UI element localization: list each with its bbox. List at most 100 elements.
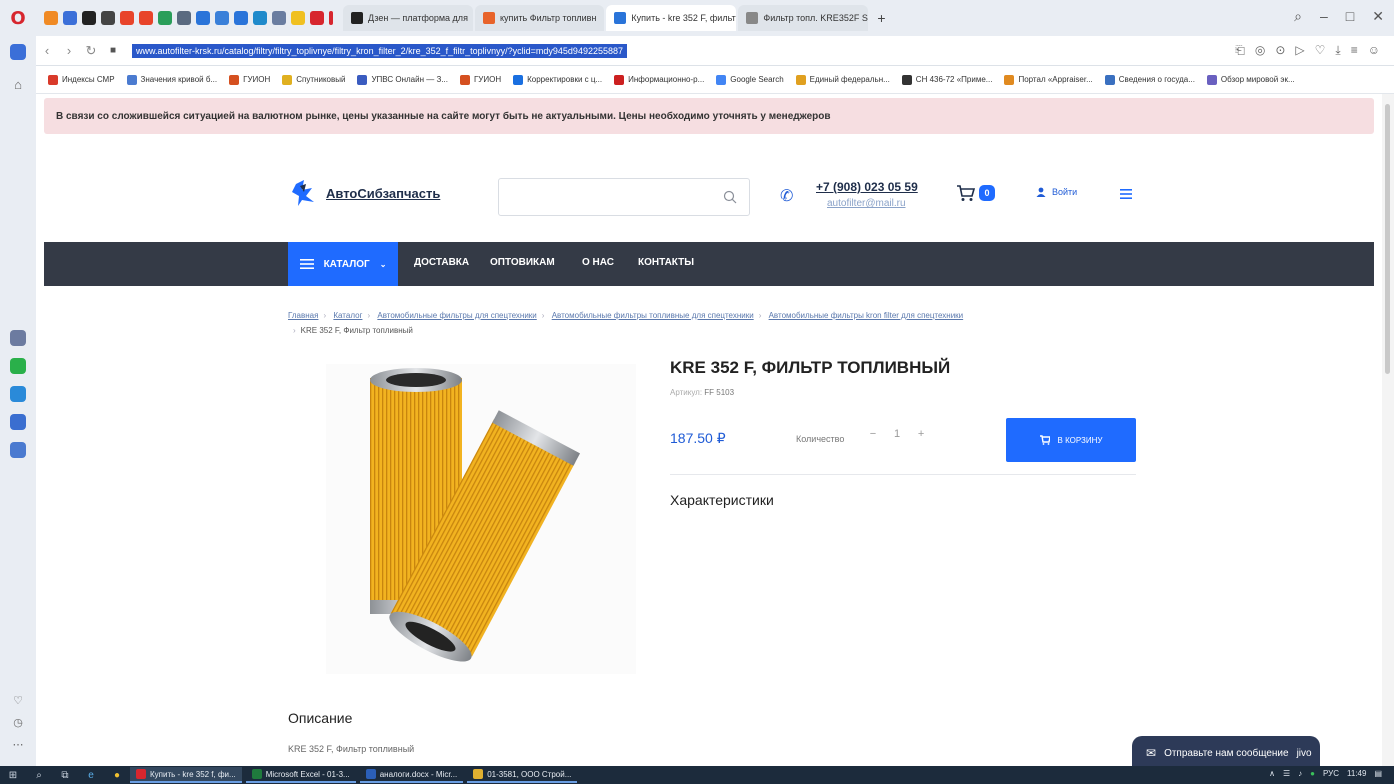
pinned-tab-icon[interactable] (120, 11, 134, 25)
pinned-tab-icon[interactable] (215, 11, 229, 25)
bookmark-heart-icon[interactable]: ♡ (1315, 43, 1326, 58)
quantity-increase-button[interactable]: + (914, 428, 928, 440)
snap-icon[interactable]: □ (1346, 8, 1354, 25)
bookmark-item[interactable]: Информационно-р... (614, 74, 704, 85)
tab-2-active[interactable]: Купить - kre 352 F, фильт (606, 5, 737, 31)
taskbar-app[interactable]: Купить - kre 352 f, фи... (130, 767, 242, 783)
lock-icon[interactable]: ■ (102, 45, 124, 56)
bookmark-item[interactable]: Единый федеральн... (795, 74, 890, 85)
bookmark-item[interactable]: ГУИОН (459, 74, 501, 85)
url-text[interactable]: www.autofilter-krsk.ru/catalog/filtry/fi… (132, 43, 627, 58)
taskbar-app[interactable]: аналоги.docx - Micr... (359, 767, 464, 783)
pinned-tab-icon[interactable] (234, 11, 248, 25)
tab-3[interactable]: Фильтр топл. KRE352F ST (738, 5, 869, 31)
login-link[interactable]: Войти (1036, 187, 1077, 197)
pinned-tab-icon[interactable] (253, 11, 267, 25)
windows-start-icon[interactable]: ⊞ (0, 766, 26, 784)
wallet-icon[interactable]: ⊙ (1275, 43, 1285, 58)
breadcrumb-link[interactable]: Автомобильные фильтры kron filter для сп… (769, 311, 964, 320)
quantity-value[interactable]: 1 (894, 428, 900, 440)
search-tabs-icon[interactable]: ⌕ (1294, 8, 1302, 25)
page-scrollbar[interactable] (1382, 94, 1394, 766)
whatsapp-icon[interactable] (10, 358, 26, 374)
pinned-tab-icon[interactable] (291, 11, 305, 25)
nav-catalog-button[interactable]: КАТАЛОГ ⌄ (288, 242, 398, 286)
bookmark-item[interactable]: Google Search (716, 74, 784, 85)
phone-link[interactable]: +7 (908) 023 05 59 (816, 180, 918, 194)
edge-icon[interactable]: e (78, 766, 104, 784)
breadcrumb-link[interactable]: Автомобильные фильтры для спецтехники (377, 311, 536, 320)
pinned-tab-icon[interactable] (310, 11, 324, 25)
tab-0[interactable]: Дзен — платформа для (343, 5, 473, 31)
nav-wholesale[interactable]: ОПТОВИКАМ (490, 257, 555, 268)
taskbar-app[interactable]: Microsoft Excel - 01-3... (245, 767, 356, 783)
network-icon[interactable]: ☰ (1283, 769, 1290, 778)
more-icon[interactable]: ⋯ (10, 736, 26, 752)
bookmark-item[interactable]: Обзор мировой эк... (1206, 74, 1295, 85)
breadcrumb-link[interactable]: Автомобильные фильтры топливные для спец… (552, 311, 754, 320)
workspace-icon[interactable] (10, 44, 26, 60)
status-dot-icon[interactable]: ● (1310, 769, 1315, 778)
quantity-decrease-button[interactable]: − (866, 428, 880, 440)
vk-icon[interactable] (10, 414, 26, 430)
vpn-icon[interactable]: ◎ (1255, 43, 1265, 58)
player-icon[interactable] (10, 442, 26, 458)
bookmark-item[interactable]: СН 436-72 «Приме... (901, 74, 992, 85)
heart-icon[interactable]: ♡ (10, 692, 26, 708)
pinned-tab-icon[interactable] (63, 11, 77, 25)
new-tab-button[interactable]: + (870, 7, 892, 29)
forward-icon[interactable]: › (58, 43, 80, 58)
bookmark-item[interactable]: Портал «Appraiser... (1004, 74, 1093, 85)
opera-logo[interactable]: O (0, 0, 36, 36)
home-icon[interactable]: ⌂ (10, 76, 26, 92)
pinned-tab-icon[interactable] (158, 11, 172, 25)
history-icon[interactable]: ◷ (10, 714, 26, 730)
breadcrumb-link[interactable]: Каталог (333, 311, 362, 320)
search-icon[interactable] (723, 190, 737, 204)
reload-icon[interactable]: ↻ (80, 43, 102, 59)
pinned-tab-icon[interactable] (82, 11, 96, 25)
pinned-tab-icon[interactable] (101, 11, 115, 25)
nav-contacts[interactable]: КОНТАКТЫ (638, 257, 694, 268)
bookmark-item[interactable]: Спутниковый (282, 74, 345, 85)
clock[interactable]: 11:49 (1347, 769, 1366, 778)
tab-1[interactable]: купить Фильтр топливн (475, 5, 605, 31)
pinned-tab-icon[interactable] (44, 11, 58, 25)
site-logo[interactable]: АвтоСибзапчасть (290, 176, 440, 210)
bookmark-item[interactable]: Корректировки с ц... (513, 74, 602, 85)
bookmark-item[interactable]: Сведения о госуда... (1104, 74, 1195, 85)
chrome-icon[interactable]: ● (104, 766, 130, 784)
back-icon[interactable]: ‹ (36, 43, 58, 58)
profile-icon[interactable]: ☺ (1368, 43, 1380, 58)
volume-icon[interactable]: ♪ (1298, 769, 1302, 778)
taskbar-app[interactable]: 01-3581, ООО Строй... (467, 767, 578, 783)
download-icon[interactable]: ⤓ (1335, 43, 1340, 58)
pinned-tab-icon[interactable] (139, 11, 153, 25)
close-icon[interactable]: ✕ (1372, 8, 1384, 25)
url-field[interactable]: www.autofilter-krsk.ru/catalog/filtry/fi… (132, 41, 627, 61)
minimize-icon[interactable]: – (1320, 8, 1328, 25)
snapshot-icon[interactable]: ⎗ (1235, 43, 1245, 58)
cart-button[interactable]: 0 (956, 184, 995, 202)
pinned-tab-icon[interactable] (272, 11, 286, 25)
bookmark-item[interactable]: Индексы СМР (48, 74, 115, 85)
bookmark-item[interactable]: ГУИОН (229, 74, 270, 85)
search-icon[interactable]: ⌕ (26, 766, 52, 784)
search-input[interactable] (499, 179, 719, 215)
send-icon[interactable]: ▷ (1295, 43, 1304, 58)
notifications-icon[interactable]: ▤ (1374, 769, 1382, 778)
nav-delivery[interactable]: ДОСТАВКА (414, 257, 469, 268)
pinned-tab-icon[interactable] (177, 11, 191, 25)
telegram-icon[interactable] (10, 386, 26, 402)
language-indicator[interactable]: РУС (1323, 769, 1339, 778)
nav-about[interactable]: О НАС (582, 257, 614, 268)
aria-icon[interactable] (10, 330, 26, 346)
task-view-icon[interactable]: ⧉ (52, 766, 78, 784)
easy-setup-icon[interactable]: ≡ (1351, 43, 1358, 58)
product-image[interactable] (326, 364, 636, 674)
pinned-tab-icon[interactable] (196, 11, 210, 25)
bookmark-item[interactable]: Значения кривой б... (126, 74, 217, 85)
chat-widget[interactable]: ✉ Отправьте нам сообщение jivo (1132, 736, 1320, 766)
add-to-cart-button[interactable]: В КОРЗИНУ (1006, 418, 1136, 462)
breadcrumb-link[interactable]: Главная (288, 311, 318, 320)
